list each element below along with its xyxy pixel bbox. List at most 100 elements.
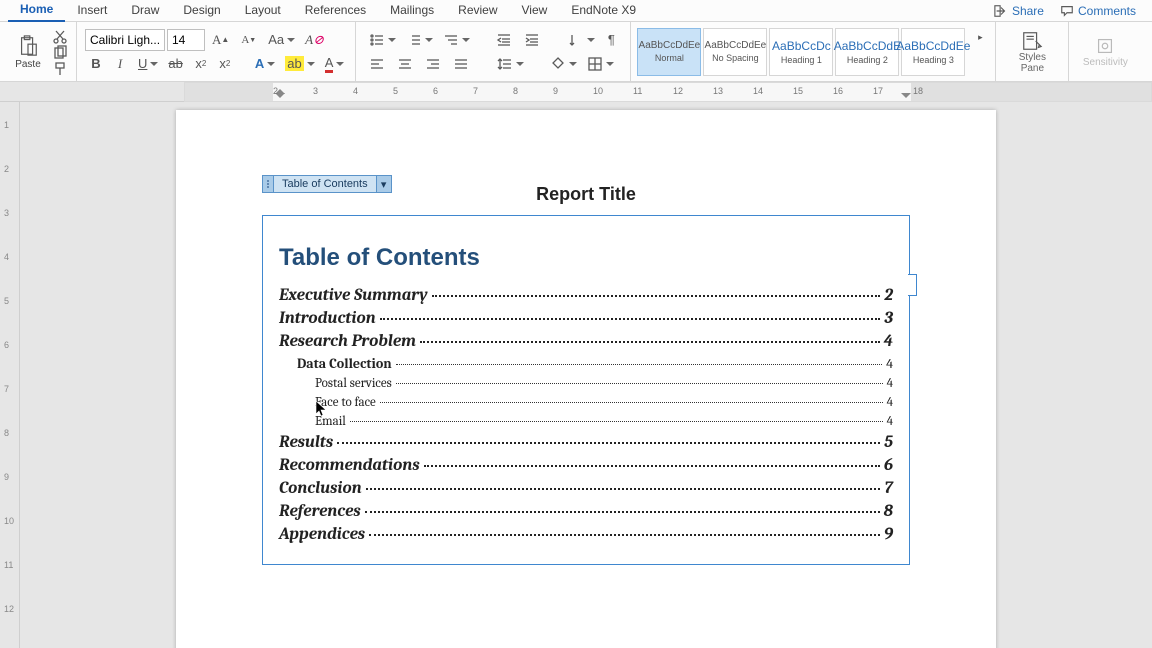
comments-button[interactable]: Comments (1052, 2, 1144, 20)
toc-entry-page: 2 (884, 286, 893, 305)
comments-label: Comments (1078, 4, 1136, 18)
toc-entry-page: 4 (887, 414, 893, 429)
styles-pane-button[interactable]: Styles Pane (1004, 26, 1060, 78)
toc-entry[interactable]: Results5 (279, 433, 893, 452)
toc-entry[interactable]: Email4 (279, 414, 893, 429)
toc-entry-page: 9 (884, 525, 893, 544)
font-name-select[interactable] (85, 29, 165, 51)
toc-entry-text: Results (279, 433, 333, 452)
shrink-font-button[interactable]: A▼ (236, 29, 261, 51)
toc-leader-dots (396, 364, 882, 365)
sensitivity-label: Sensitivity (1083, 57, 1128, 68)
font-color-button[interactable]: A (320, 53, 348, 75)
grow-font-button[interactable]: A▲ (207, 29, 234, 51)
toc-field-handle[interactable]: Table of Contents ▾ (262, 175, 392, 193)
document-page[interactable]: Table of Contents ▾ Report Title Table o… (176, 110, 996, 648)
strikethrough-button[interactable]: ab (163, 53, 187, 75)
show-marks-button[interactable]: ¶ (600, 29, 622, 51)
toc-entry[interactable]: Postal services4 (279, 376, 893, 391)
toc-leader-dots (366, 488, 881, 490)
paste-label: Paste (15, 59, 41, 70)
tab-insert[interactable]: Insert (65, 1, 119, 21)
tab-review[interactable]: Review (446, 1, 509, 21)
superscript-button[interactable]: x2 (214, 53, 236, 75)
tab-endnote-x9[interactable]: EndNote X9 (559, 1, 648, 21)
italic-button[interactable]: I (109, 53, 131, 75)
horizontal-ruler[interactable]: 23456789101112131415161718 (0, 82, 1152, 102)
document-scroll-area[interactable]: Table of Contents ▾ Report Title Table o… (20, 102, 1152, 648)
toc-entry-text: Executive Summary (279, 286, 428, 305)
grip-icon[interactable] (263, 178, 273, 190)
decrease-indent-button[interactable] (491, 29, 517, 51)
toc-entry[interactable]: Research Problem4 (279, 332, 893, 351)
style-heading-1[interactable]: AaBbCcDcHeading 1 (769, 28, 833, 76)
toc-entry[interactable]: Recommendations6 (279, 456, 893, 475)
toc-entry-page: 8 (884, 502, 893, 521)
bullets-button[interactable] (364, 29, 399, 51)
sensitivity-group: Sensitivity (1069, 22, 1141, 81)
paste-button[interactable]: Paste (8, 26, 48, 78)
format-painter-button[interactable] (52, 61, 68, 75)
toc-leader-dots (396, 383, 883, 384)
align-left-button[interactable] (364, 53, 390, 75)
style-heading-2[interactable]: AaBbCcDdEHeading 2 (835, 28, 899, 76)
toc-entry[interactable]: Executive Summary 2 (279, 286, 893, 305)
change-case-button[interactable]: Aa (263, 29, 298, 51)
borders-button[interactable] (582, 53, 617, 75)
justify-button[interactable] (448, 53, 474, 75)
clear-formatting-button[interactable]: A⊘ (300, 29, 329, 51)
cut-button[interactable] (52, 29, 68, 43)
multilevel-list-button[interactable] (438, 29, 473, 51)
font-size-select[interactable] (167, 29, 205, 51)
toc-leader-dots (365, 511, 880, 513)
toc-leader-dots (380, 402, 883, 403)
toc-entry[interactable]: Introduction3 (279, 309, 893, 328)
font-group: A▲ A▼ Aa A⊘ B I U ab x2 x2 A ab A (77, 22, 356, 81)
right-indent-marker[interactable] (901, 93, 911, 102)
toc-leader-dots (337, 442, 880, 444)
numbering-button[interactable] (401, 29, 436, 51)
styles-pane-label: Styles Pane (1019, 52, 1046, 74)
toc-entry[interactable]: References8 (279, 502, 893, 521)
tab-design[interactable]: Design (171, 1, 232, 21)
sensitivity-button[interactable]: Sensitivity (1077, 31, 1133, 72)
ribbon: Paste A▲ A▼ Aa A⊘ B I U ab x2 x2 A ab A (0, 22, 1152, 82)
style-heading-3[interactable]: AaBbCcDdEeHeading 3 (901, 28, 965, 76)
increase-indent-button[interactable] (519, 29, 545, 51)
toc-entry[interactable]: Data Collection4 (279, 355, 893, 372)
subscript-button[interactable]: x2 (190, 53, 212, 75)
toc-entry[interactable]: Face to face4 (279, 395, 893, 410)
tab-home[interactable]: Home (8, 0, 65, 22)
sort-button[interactable] (563, 29, 598, 51)
style-no-spacing[interactable]: AaBbCcDdEeNo Spacing (703, 28, 767, 76)
toc-entry-text: Appendices (279, 525, 365, 544)
style-normal[interactable]: AaBbCcDdEeNormal (637, 28, 701, 76)
toc-field-label[interactable]: Table of Contents (273, 176, 377, 192)
vertical-ruler[interactable]: 123456789101112 (0, 102, 20, 648)
toc-leader-dots (424, 465, 880, 467)
toc-leader-dots (380, 318, 881, 320)
tab-references[interactable]: References (293, 1, 378, 21)
copy-button[interactable] (52, 45, 68, 59)
tab-draw[interactable]: Draw (119, 1, 171, 21)
align-center-button[interactable] (392, 53, 418, 75)
toc-entry-page: 4 (884, 332, 894, 351)
tab-view[interactable]: View (510, 1, 560, 21)
line-spacing-button[interactable] (492, 53, 527, 75)
underline-button[interactable]: U (133, 53, 161, 75)
toc-field-dropdown[interactable]: ▾ (377, 178, 391, 191)
bold-button[interactable]: B (85, 53, 107, 75)
align-right-button[interactable] (420, 53, 446, 75)
toc-container[interactable]: Table of Contents Executive Summary2Intr… (262, 215, 910, 565)
tab-mailings[interactable]: Mailings (378, 1, 446, 21)
share-button[interactable]: Share (986, 2, 1052, 20)
ribbon-tabs: HomeInsertDrawDesignLayoutReferencesMail… (0, 0, 1152, 22)
clipboard-group: Paste (0, 22, 77, 81)
toc-entry[interactable]: Conclusion7 (279, 479, 893, 498)
styles-more-button[interactable]: ▸ (969, 26, 991, 48)
highlight-button[interactable]: ab (280, 53, 317, 75)
toc-entry[interactable]: Appendices 9 (279, 525, 893, 544)
shading-button[interactable] (545, 53, 580, 75)
text-effects-button[interactable]: A (250, 53, 278, 75)
tab-layout[interactable]: Layout (233, 1, 293, 21)
